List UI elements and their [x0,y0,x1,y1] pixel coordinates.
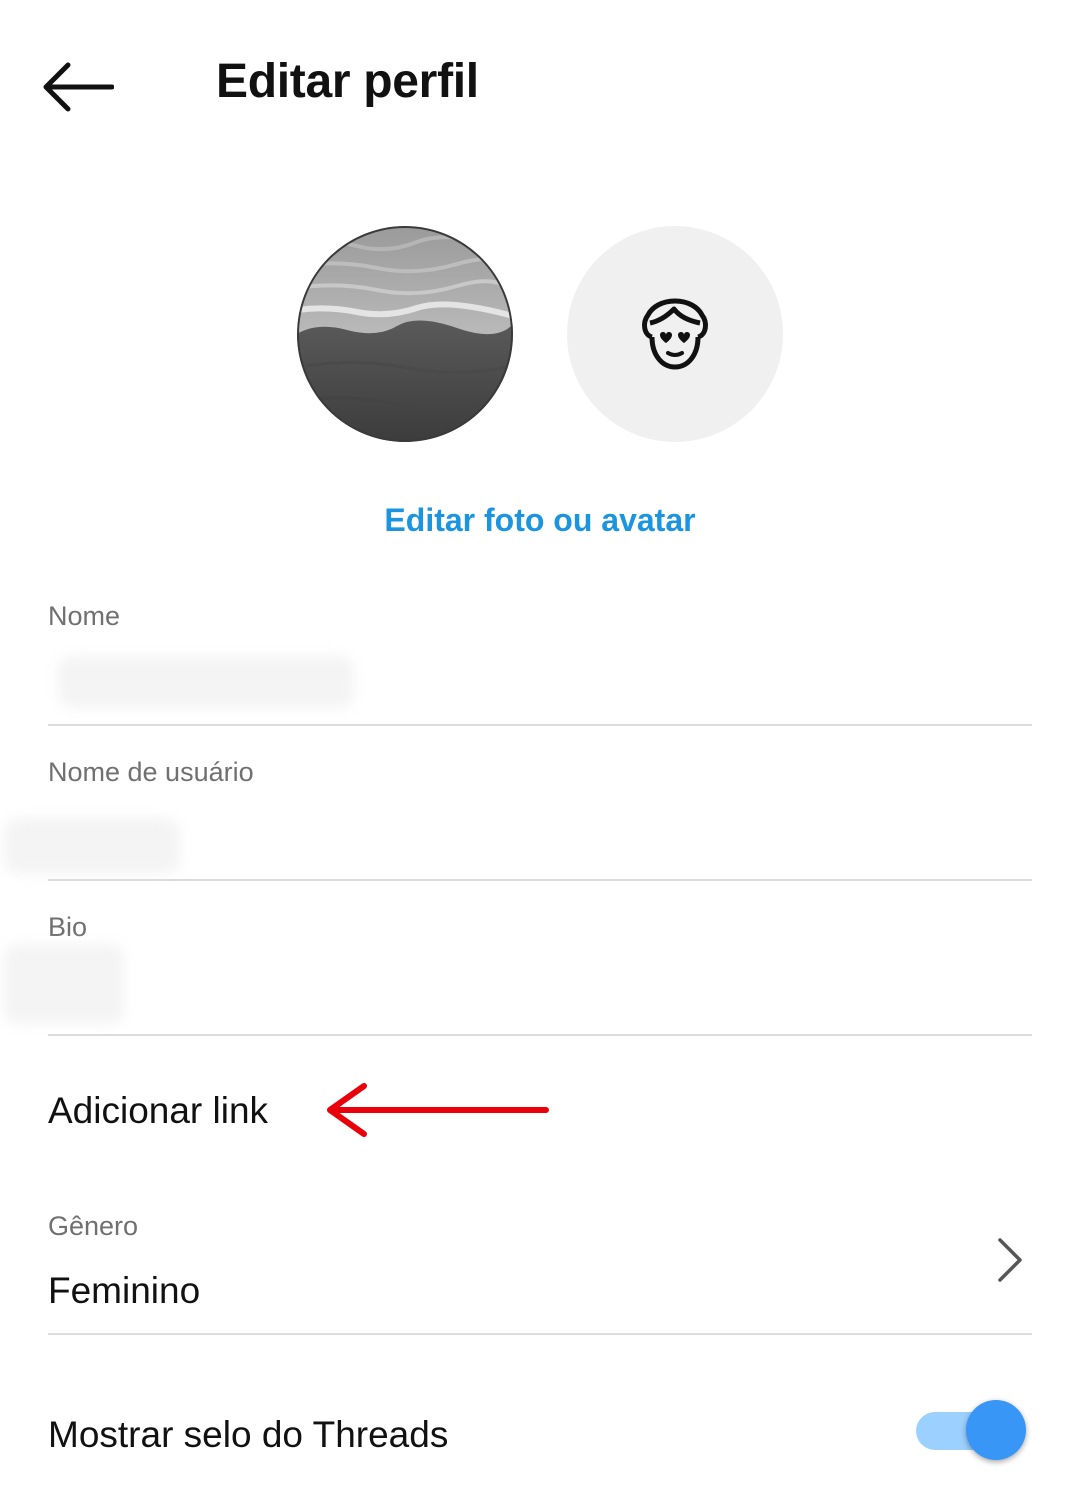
name-field[interactable] [48,646,1032,716]
edit-photo-avatar-link[interactable]: Editar foto ou avatar [0,498,1080,542]
chevron-right-icon [998,1238,1022,1282]
profile-photo[interactable] [297,226,513,442]
threads-badge-toggle[interactable] [914,1398,1030,1462]
bio-divider [48,1034,1032,1036]
name-divider [48,724,1032,726]
username-divider [48,879,1032,881]
avatar-button[interactable] [567,226,783,442]
profile-photo-image [297,226,513,442]
username-label: Nome de usuário [48,757,254,787]
bio-value-redacted [4,944,124,1024]
bio-label: Bio [48,912,88,942]
toggle-knob [966,1400,1026,1460]
name-value-redacted [58,656,354,708]
arrow-left-icon [43,62,114,112]
gender-divider [48,1333,1032,1335]
gender-value: Feminino [48,1270,201,1311]
username-value-redacted [4,818,180,874]
back-button[interactable] [40,52,130,122]
name-label: Nome [48,601,121,631]
red-arrow-left-icon [327,1083,549,1137]
page-title: Editar perfil [216,55,479,108]
avatar-face-icon [642,298,708,370]
bio-field[interactable] [0,944,1032,1028]
threads-badge-label: Mostrar selo do Threads [48,1414,449,1455]
username-field[interactable] [0,806,1032,876]
add-link-button[interactable]: Adicionar link [48,1086,268,1136]
